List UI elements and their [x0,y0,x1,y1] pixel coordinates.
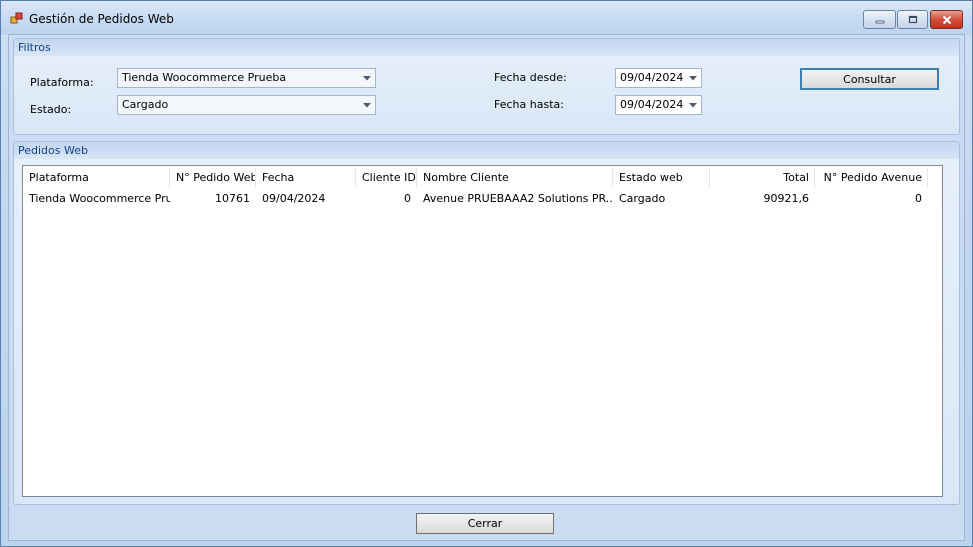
column-header-fecha[interactable]: Fecha [256,166,356,190]
cell-total: 90921,6 [763,192,810,205]
estado-combo[interactable]: Cargado [117,95,376,115]
cell-fecha: 09/04/2024 [262,192,326,205]
listview-header: Plataforma N° Pedido Web Fecha Cliente I… [23,166,942,190]
fecha-desde-picker[interactable]: 09/04/2024 [615,68,702,88]
minimize-button[interactable] [863,10,896,29]
plataforma-label: Plataforma: [30,76,94,89]
cerrar-button[interactable]: Cerrar [416,513,554,534]
plataforma-value: Tienda Woocommerce Prueba [122,71,287,84]
minimize-icon [875,20,884,23]
filters-group: Filtros Plataforma: Tienda Woocommerce P… [13,38,960,135]
chevron-down-icon[interactable] [359,69,375,87]
chevron-down-icon[interactable] [685,96,701,114]
title-bar[interactable]: Gestión de Pedidos Web [1,1,972,35]
column-header-pedido-avenue[interactable]: N° Pedido Avenue [815,166,928,190]
main-window: Gestión de Pedidos Web Filtros Plataform… [0,0,973,547]
estado-label: Estado: [30,103,72,116]
fecha-hasta-value: 09/04/2024 [620,98,684,111]
plataforma-combo[interactable]: Tienda Woocommerce Prueba [117,68,376,88]
fecha-hasta-label: Fecha hasta: [494,98,564,111]
cell-nombre-cliente: Avenue PRUEBAAA2 Solutions PR... [423,192,613,205]
estado-value: Cargado [122,98,169,111]
orders-listview[interactable]: Plataforma N° Pedido Web Fecha Cliente I… [22,165,943,497]
cell-plataforma: Tienda Woocommerce Pru... [29,192,170,205]
maximize-icon [908,15,917,24]
column-header-estado-web[interactable]: Estado web [613,166,710,190]
chevron-down-icon[interactable] [685,69,701,87]
table-row[interactable]: Tienda Woocommerce Pru... 10761 09/04/20… [23,190,942,208]
chevron-down-icon[interactable] [359,96,375,114]
fecha-desde-value: 09/04/2024 [620,71,684,84]
consultar-button[interactable]: Consultar [800,68,939,90]
column-header-pedido-web[interactable]: N° Pedido Web [170,166,256,190]
cell-estado-web: Cargado [619,192,666,205]
column-header-cliente-id[interactable]: Cliente ID [356,166,417,190]
close-icon [942,15,951,24]
column-header-plataforma[interactable]: Plataforma [23,166,170,190]
maximize-button[interactable] [897,10,928,29]
column-header-total[interactable]: Total [710,166,815,190]
cell-cliente-id: 0 [404,192,411,205]
window-title: Gestión de Pedidos Web [29,12,174,26]
fecha-desde-label: Fecha desde: [494,71,567,84]
app-window-icon[interactable] [10,12,23,25]
filters-group-title: Filtros [14,39,959,56]
client-area: Filtros Plataforma: Tienda Woocommerce P… [8,34,965,541]
fecha-hasta-picker[interactable]: 09/04/2024 [615,95,702,115]
orders-group-title: Pedidos Web [14,142,959,159]
column-header-nombre-cliente[interactable]: Nombre Cliente [417,166,613,190]
close-button[interactable] [930,10,963,29]
cell-pedido-web: 10761 [215,192,250,205]
cell-pedido-avenue: 0 [915,192,922,205]
